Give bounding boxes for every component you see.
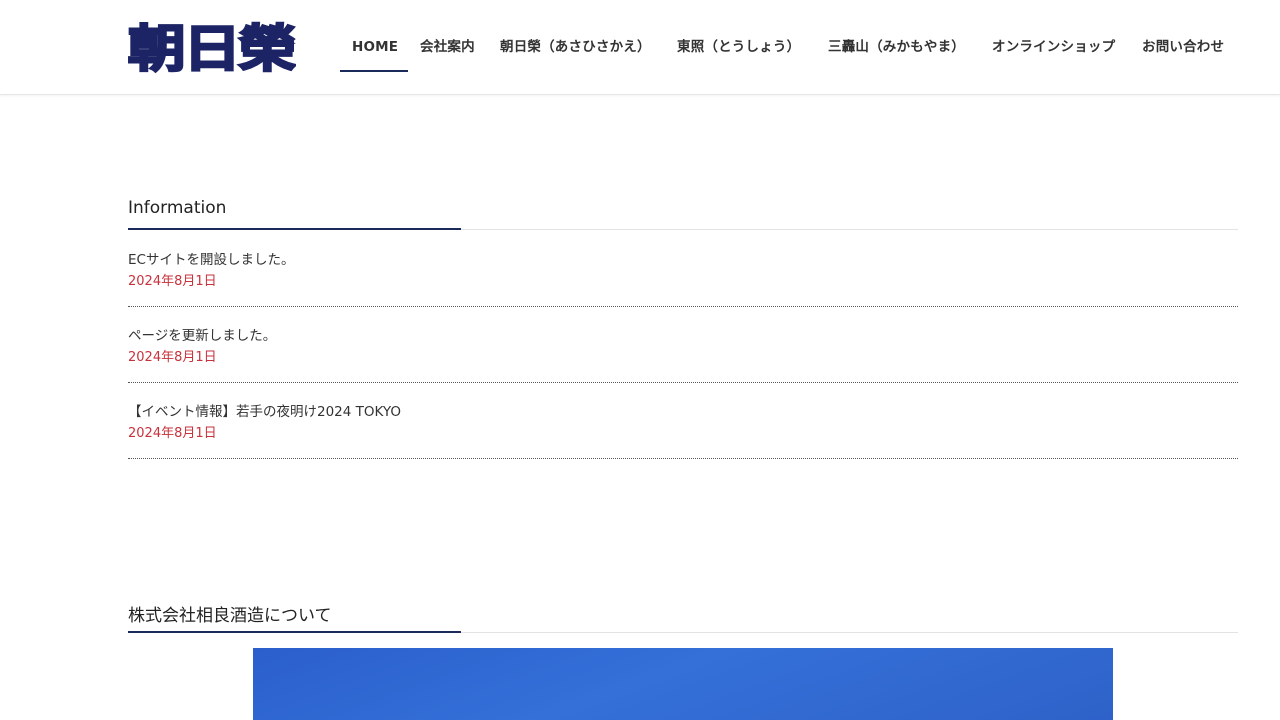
nav-tosho[interactable]: 東照（とうしょう） xyxy=(677,36,800,58)
news-date: 2024年8月1日 xyxy=(128,426,217,441)
nav-online-shop[interactable]: オンラインショップ xyxy=(992,36,1115,58)
site-header: 朝日榮 HOME 会社案内 朝日榮（あさひさかえ） 東照（とうしょう） 三轟山（… xyxy=(0,0,1280,95)
list-item[interactable]: ページを更新しました。 2024年8月1日 xyxy=(128,306,1238,383)
news-date: 2024年8月1日 xyxy=(128,350,217,365)
nav-asahisakae[interactable]: 朝日榮（あさひさかえ） xyxy=(500,36,651,58)
news-text: ECサイトを開設しました。 xyxy=(128,252,295,268)
information-title: Information xyxy=(128,198,227,218)
about-hero-image xyxy=(253,648,1113,720)
list-item[interactable]: ECサイトを開設しました。 2024年8月1日 xyxy=(128,230,1238,307)
news-text: 【イベント情報】若手の夜明け2024 TOKYO xyxy=(128,404,402,420)
news-date: 2024年8月1日 xyxy=(128,274,217,289)
main-nav: HOME 会社案内 朝日榮（あさひさかえ） 東照（とうしょう） 三轟山（みかもや… xyxy=(0,0,1280,94)
nav-mikamoyama[interactable]: 三轟山（みかもやま） xyxy=(828,36,965,58)
about-title-accent xyxy=(128,631,461,633)
list-item[interactable]: 【イベント情報】若手の夜明け2024 TOKYO 2024年8月1日 xyxy=(128,382,1238,459)
nav-contact[interactable]: お問い合わせ xyxy=(1142,36,1224,58)
news-text: ページを更新しました。 xyxy=(128,328,277,344)
nav-active-indicator xyxy=(340,70,408,72)
nav-home[interactable]: HOME xyxy=(352,36,398,58)
nav-company[interactable]: 会社案内 xyxy=(420,36,475,58)
about-title: 株式会社相良酒造について xyxy=(128,606,332,626)
